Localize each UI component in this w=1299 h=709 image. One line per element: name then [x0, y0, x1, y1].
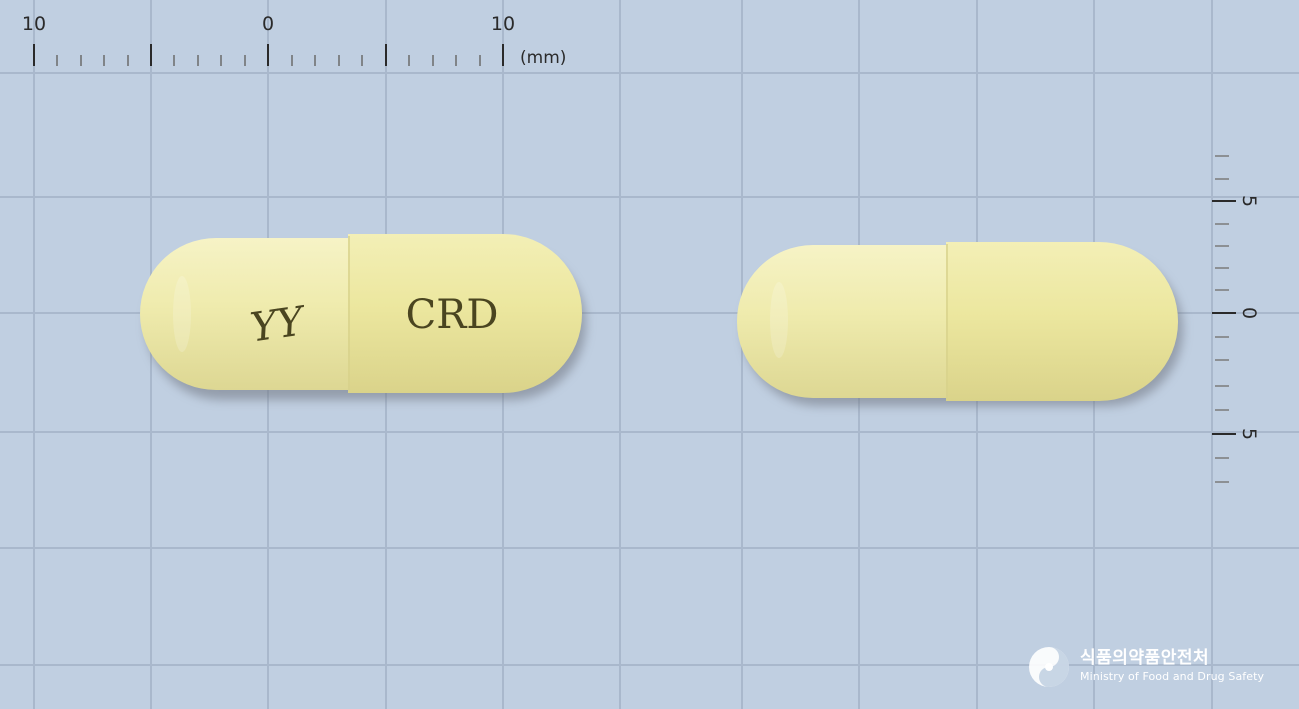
ruler-label-upper-5: 5: [1238, 195, 1260, 207]
ministry-name-korean: 식품의약품안전처: [1080, 648, 1210, 668]
ruler-label-left-10: 10: [22, 13, 46, 35]
ruler-label-vertical-zero: 0: [1238, 307, 1260, 319]
capsule-front: YY CRD: [140, 234, 586, 400]
ruler-label-right-10: 10: [491, 13, 515, 35]
ministry-name-english: Ministry of Food and Drug Safety: [1080, 670, 1265, 683]
ministry-emblem-icon: [1029, 647, 1069, 687]
capsule-front-crd-imprint: CRD: [406, 292, 499, 338]
ruler-label-zero: 0: [262, 13, 274, 35]
ministry-watermark: 식품의약품안전처 Ministry of Food and Drug Safet…: [1080, 648, 1265, 683]
ruler-label-lower-5: 5: [1238, 428, 1260, 440]
ruler-unit-label: (mm): [520, 48, 566, 68]
capsule-back: [737, 242, 1183, 406]
capsule-front-logo-imprint: YY: [248, 298, 310, 351]
pill-photo: 10 0 10 (mm) 5 0 5 YY CRD: [0, 0, 1299, 709]
